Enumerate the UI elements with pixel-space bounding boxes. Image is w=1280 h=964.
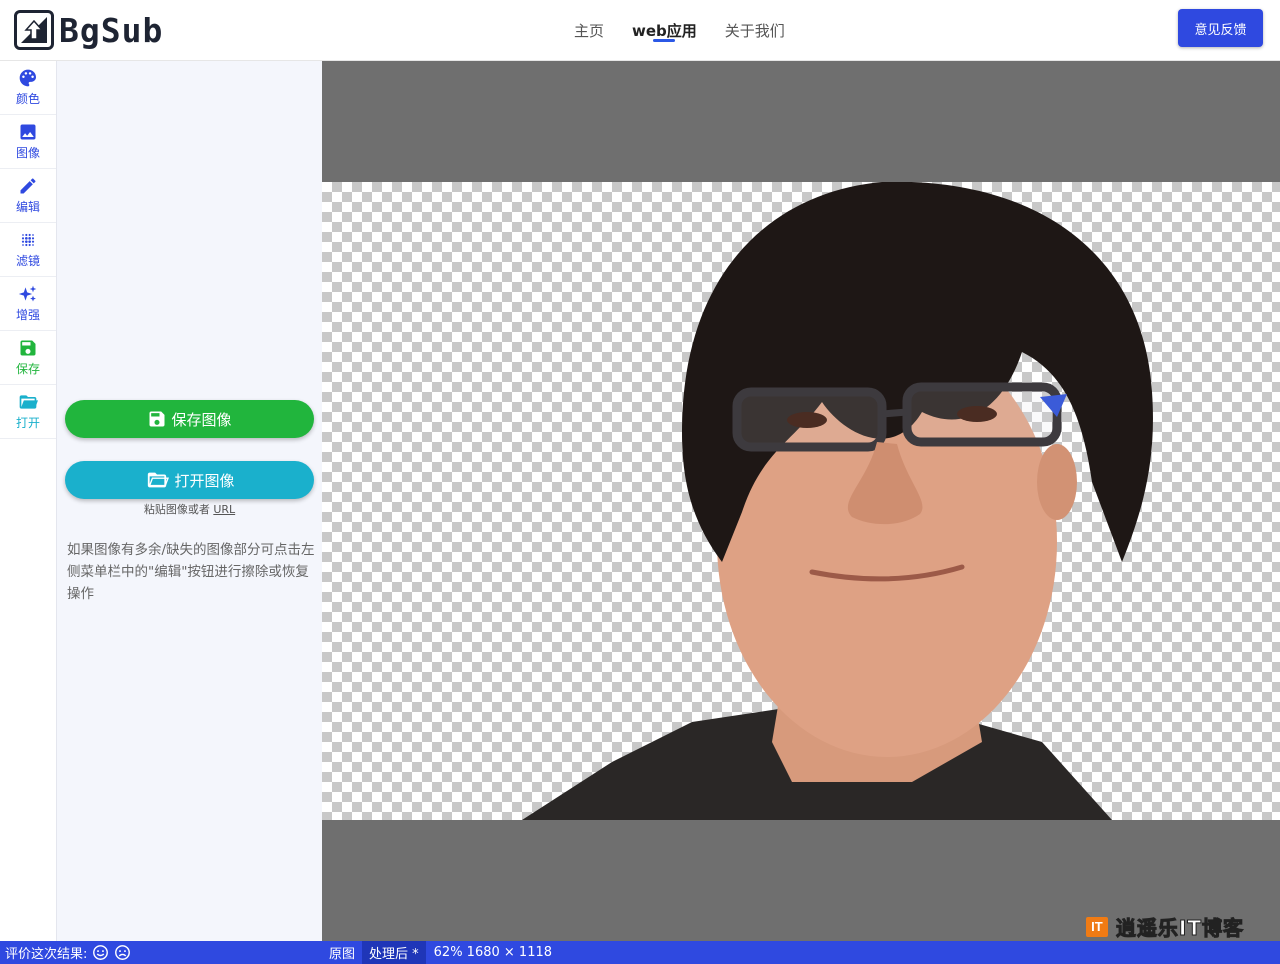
blur-icon: [21, 233, 35, 247]
folder-open-icon: [148, 472, 170, 488]
rating-label: 评价这次结果:: [5, 947, 88, 962]
save-image-label: 保存图像: [171, 410, 232, 429]
rail-item-open[interactable]: 打开: [0, 385, 56, 439]
rail-label-color: 颜色: [15, 92, 40, 106]
pencil-icon: [20, 178, 36, 194]
nav-web-app-label: web应用: [632, 21, 697, 40]
nav-web-app[interactable]: web应用: [618, 0, 711, 60]
rail-label-filter: 滤镜: [15, 254, 40, 268]
frown-icon[interactable]: [114, 944, 131, 961]
folder-open-icon: [19, 395, 38, 409]
processed-image[interactable]: [322, 182, 1280, 820]
watermark-text: 逍遥乐IT博客: [1115, 916, 1244, 941]
tab-original[interactable]: 原图: [322, 941, 362, 964]
watermark-logo-icon: IT: [1085, 916, 1108, 937]
rail-label-enhance: 增强: [15, 308, 40, 322]
open-image-button[interactable]: 打开图像: [65, 461, 314, 499]
app-root: BgSub 主页 web应用 关于我们 意见反馈 颜色 图像 编辑 滤镜 增强 …: [0, 0, 1280, 964]
rating-area: 评价这次结果:: [5, 943, 131, 962]
subject-photo: [522, 182, 1153, 820]
brand-logo[interactable]: BgSub: [14, 8, 163, 52]
tab-processed-label: 处理后 *: [369, 947, 419, 962]
rail-label-edit: 编辑: [15, 200, 40, 214]
rail-item-color[interactable]: 颜色: [0, 61, 56, 115]
save-image-button[interactable]: 保存图像: [65, 400, 314, 438]
paste-hint-text: 粘贴图像或者: [143, 503, 210, 516]
main-nav: 主页 web应用 关于我们: [560, 0, 799, 60]
rail-item-filter[interactable]: 滤镜: [0, 223, 56, 277]
view-tabs: 原图 处理后 * 62% 1680 × 1118: [322, 941, 552, 964]
nav-about-label: 关于我们: [724, 21, 785, 40]
image-canvas[interactable]: IT 逍遥乐IT博客: [322, 61, 1280, 941]
status-bar: 评价这次结果: 原图 处理后 * 62% 1680 × 1118: [0, 941, 1280, 964]
image-icon: [20, 124, 36, 140]
zoom-dimensions: 62% 1680 × 1118: [433, 945, 553, 960]
rail-item-edit[interactable]: 编辑: [0, 169, 56, 223]
rail-label-image: 图像: [15, 146, 40, 160]
nav-about[interactable]: 关于我们: [711, 0, 799, 60]
feedback-button[interactable]: 意见反馈: [1178, 9, 1263, 47]
rail-item-save[interactable]: 保存: [0, 331, 56, 385]
side-panel: 保存图像 打开图像 粘贴图像或者 URL 如果图像有多余/缺失的图像部分可点击左…: [57, 61, 322, 941]
smile-icon[interactable]: [92, 944, 109, 961]
rail-item-enhance[interactable]: 增强: [0, 277, 56, 331]
nav-home[interactable]: 主页: [560, 0, 618, 60]
watermark: IT 逍遥乐IT博客: [1085, 912, 1244, 941]
sparkle-icon: [18, 285, 37, 302]
top-header: BgSub 主页 web应用 关于我们 意见反馈: [0, 0, 1280, 61]
paste-url-link[interactable]: URL: [213, 503, 235, 516]
tool-rail: 颜色 图像 编辑 滤镜 增强 保存 打开: [0, 61, 57, 941]
palette-icon: [19, 69, 36, 87]
nav-home-label: 主页: [574, 21, 605, 40]
floppy-icon: [20, 340, 36, 356]
edit-tip-text: 如果图像有多余/缺失的图像部分可点击左侧菜单栏中的"编辑"按钮进行擦除或恢复操作: [67, 542, 315, 602]
floppy-icon: [149, 411, 165, 427]
tab-processed[interactable]: 处理后 *: [362, 941, 426, 964]
rail-label-save: 保存: [15, 362, 40, 376]
logo-icon: [14, 10, 54, 50]
open-image-label: 打开图像: [174, 471, 235, 490]
rail-item-image[interactable]: 图像: [0, 115, 56, 169]
paste-hint: 粘贴图像或者 URL: [65, 501, 314, 517]
rail-label-open: 打开: [15, 416, 40, 430]
tab-original-label: 原图: [329, 947, 356, 962]
brand-name: BgSub: [59, 10, 164, 50]
